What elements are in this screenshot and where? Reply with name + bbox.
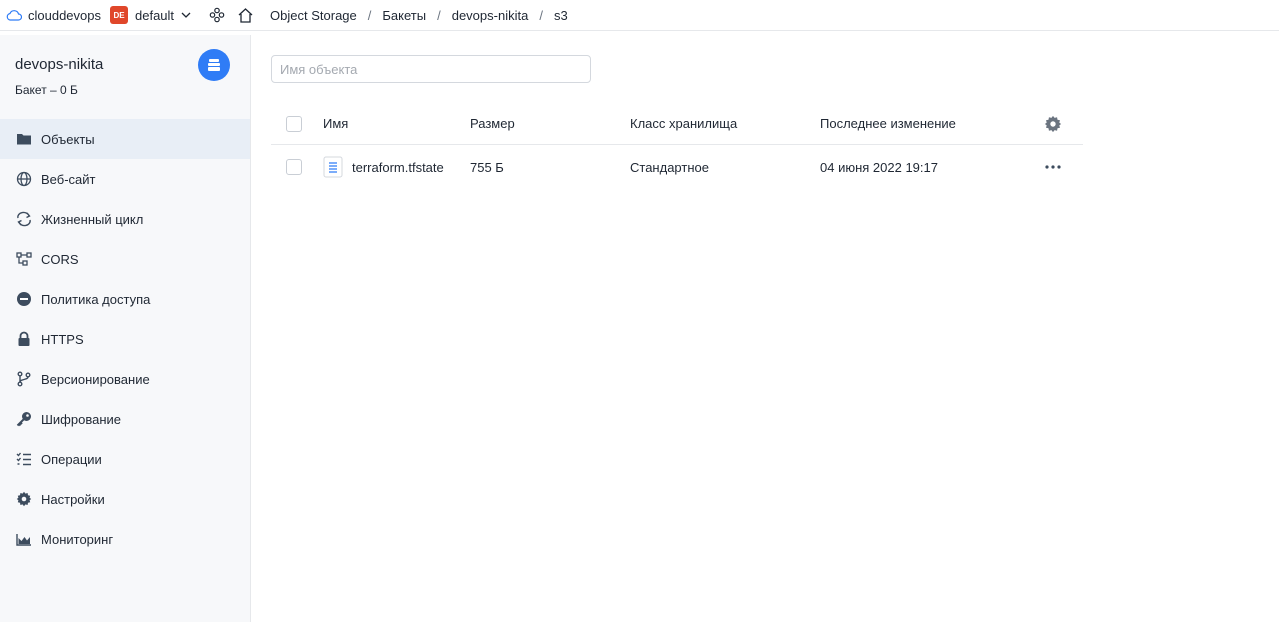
bucket-title: devops-nikita [15, 56, 104, 73]
breadcrumb-separator: / [367, 7, 372, 23]
folder-icon [15, 130, 33, 148]
sidebar-item-label: CORS [41, 251, 79, 267]
row-actions-button[interactable] [1044, 145, 1062, 189]
cycle-icon [15, 210, 33, 228]
table-row[interactable]: terraform.tfstate 755 Б Стандартное 04 и… [271, 145, 1083, 189]
folder-badge: DE [110, 6, 128, 24]
table-header: Имя Размер Класс хранилища Последнее изм… [271, 103, 1083, 145]
breadcrumb-object-storage[interactable]: Object Storage [270, 8, 357, 23]
sidebar-item-https[interactable]: HTTPS [0, 319, 250, 359]
object-search-input[interactable] [271, 55, 591, 83]
row-checkbox[interactable] [286, 159, 302, 175]
sidebar-header: devops-nikita Бакет – 0 Б [0, 35, 250, 119]
sidebar-item-label: Операции [41, 451, 102, 467]
sidebar-item-label: Настройки [41, 491, 105, 507]
breadcrumb-bucket[interactable]: devops-nikita [452, 8, 529, 23]
sidebar-item-settings[interactable]: Настройки [0, 479, 250, 519]
object-storage-class: Стандартное [630, 159, 709, 175]
objects-table: Имя Размер Класс хранилища Последнее изм… [271, 103, 1083, 189]
minus-circle-icon [15, 290, 33, 308]
sidebar-item-operations[interactable]: Операции [0, 439, 250, 479]
sidebar-item-label: Шифрование [41, 411, 121, 427]
header-storage-class[interactable]: Класс хранилища [630, 103, 737, 144]
bucket-icon [198, 49, 230, 81]
sidebar-item-label: HTTPS [41, 331, 84, 347]
breadcrumb-buckets[interactable]: Бакеты [382, 8, 426, 23]
sidebar-item-access-policy[interactable]: Политика доступа [0, 279, 250, 319]
cloud-icon[interactable] [6, 8, 22, 22]
sidebar-item-label: Жизненный цикл [41, 211, 144, 227]
gear-icon [1044, 115, 1062, 133]
object-name[interactable]: terraform.tfstate [352, 160, 444, 175]
file-icon [323, 156, 343, 178]
sidebar-item-label: Политика доступа [41, 291, 151, 307]
sidebar-item-label: Объекты [41, 131, 95, 147]
chart-icon [15, 530, 33, 548]
chevron-down-icon[interactable] [180, 9, 192, 21]
breadcrumb-separator: / [437, 7, 441, 23]
sidebar-item-label: Мониторинг [41, 531, 114, 547]
sidebar-item-monitoring[interactable]: Мониторинг [0, 519, 250, 559]
branch-icon [15, 370, 33, 388]
checklist-icon [15, 450, 33, 468]
breadcrumb-separator: / [539, 7, 543, 23]
home-icon[interactable] [236, 6, 254, 24]
more-horizontal-icon [1044, 164, 1062, 170]
header-size[interactable]: Размер [470, 103, 515, 144]
sidebar-item-cors[interactable]: CORS [0, 239, 250, 279]
globe-icon [15, 170, 33, 188]
sidebar-item-label: Версионирование [41, 371, 150, 387]
breadcrumb-s3[interactable]: s3 [554, 8, 568, 23]
object-name-cell[interactable]: terraform.tfstate [323, 145, 444, 189]
header-modified[interactable]: Последнее изменение [820, 103, 956, 144]
folder-name[interactable]: default [135, 8, 174, 23]
cors-icon [15, 250, 33, 268]
row-select-cell [286, 145, 302, 189]
columns-settings-button[interactable] [1044, 103, 1062, 144]
sidebar-item-website[interactable]: Веб-сайт [0, 159, 250, 199]
select-all-cell [286, 103, 302, 144]
gear-icon [15, 490, 33, 508]
bucket-subtitle: Бакет – 0 Б [15, 83, 78, 97]
object-modified: 04 июня 2022 19:17 [820, 159, 938, 175]
object-size: 755 Б [470, 159, 504, 175]
services-icon[interactable] [208, 6, 226, 24]
sidebar-item-versioning[interactable]: Версионирование [0, 359, 250, 399]
header-name[interactable]: Имя [323, 103, 348, 144]
key-icon [15, 410, 33, 428]
cloud-name[interactable]: clouddevops [28, 8, 101, 23]
sidebar-item-lifecycle[interactable]: Жизненный цикл [0, 199, 250, 239]
lock-icon [15, 330, 33, 348]
sidebar-item-label: Веб-сайт [41, 171, 96, 187]
breadcrumb: Object Storage / Бакеты / devops-nikita … [270, 8, 568, 23]
sidebar-item-objects[interactable]: Объекты [0, 119, 250, 159]
sidebar-item-encryption[interactable]: Шифрование [0, 399, 250, 439]
sidebar: devops-nikita Бакет – 0 Б Объекты Веб-са… [0, 35, 251, 622]
select-all-checkbox[interactable] [286, 115, 302, 132]
top-bar: clouddevops DE default Object Storage / … [0, 0, 1279, 31]
